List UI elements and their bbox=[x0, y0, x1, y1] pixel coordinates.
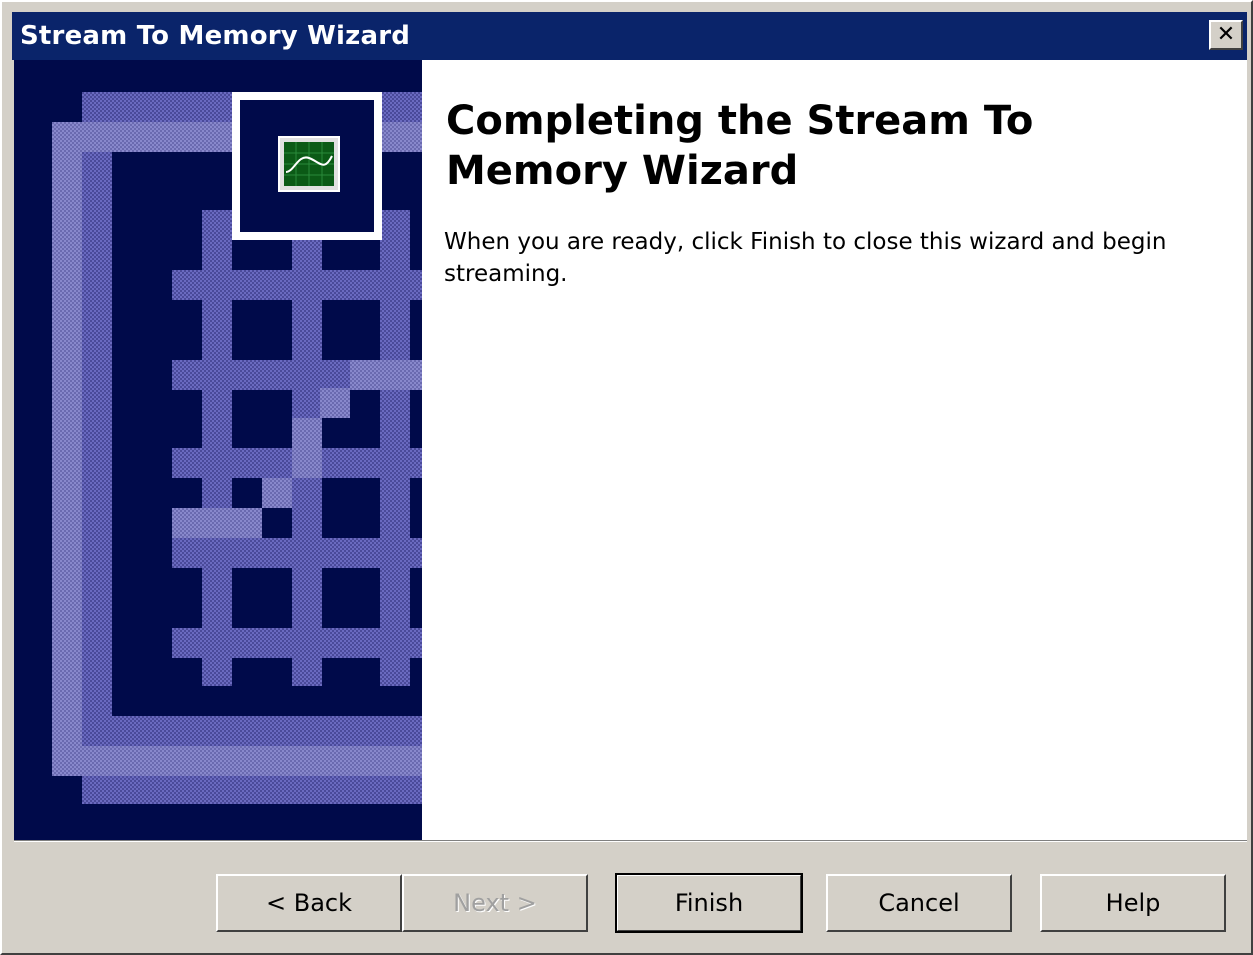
close-icon: ✕ bbox=[1216, 22, 1236, 47]
wizard-content: Completing the Stream To Memory Wizard W… bbox=[14, 60, 1247, 840]
instruction-text: When you are ready, click Finish to clos… bbox=[444, 229, 1167, 287]
title-bar[interactable]: Stream To Memory Wizard ✕ bbox=[12, 12, 1247, 60]
help-button[interactable]: Help bbox=[1040, 874, 1226, 932]
next-button[interactable]: Next > bbox=[402, 874, 588, 932]
oscilloscope-icon bbox=[278, 136, 340, 192]
finish-button[interactable]: Finish bbox=[615, 873, 803, 933]
page-title: Completing the Stream To Memory Wizard bbox=[446, 98, 1034, 194]
wizard-window: Stream To Memory Wizard ✕ Completing the… bbox=[0, 0, 1253, 955]
cancel-button[interactable]: Cancel bbox=[826, 874, 1012, 932]
window-title: Stream To Memory Wizard bbox=[20, 21, 411, 51]
wizard-watermark-icon bbox=[14, 60, 422, 840]
footer-separator bbox=[14, 840, 1247, 842]
close-button[interactable]: ✕ bbox=[1209, 20, 1243, 50]
back-button[interactable]: < Back bbox=[216, 874, 402, 932]
